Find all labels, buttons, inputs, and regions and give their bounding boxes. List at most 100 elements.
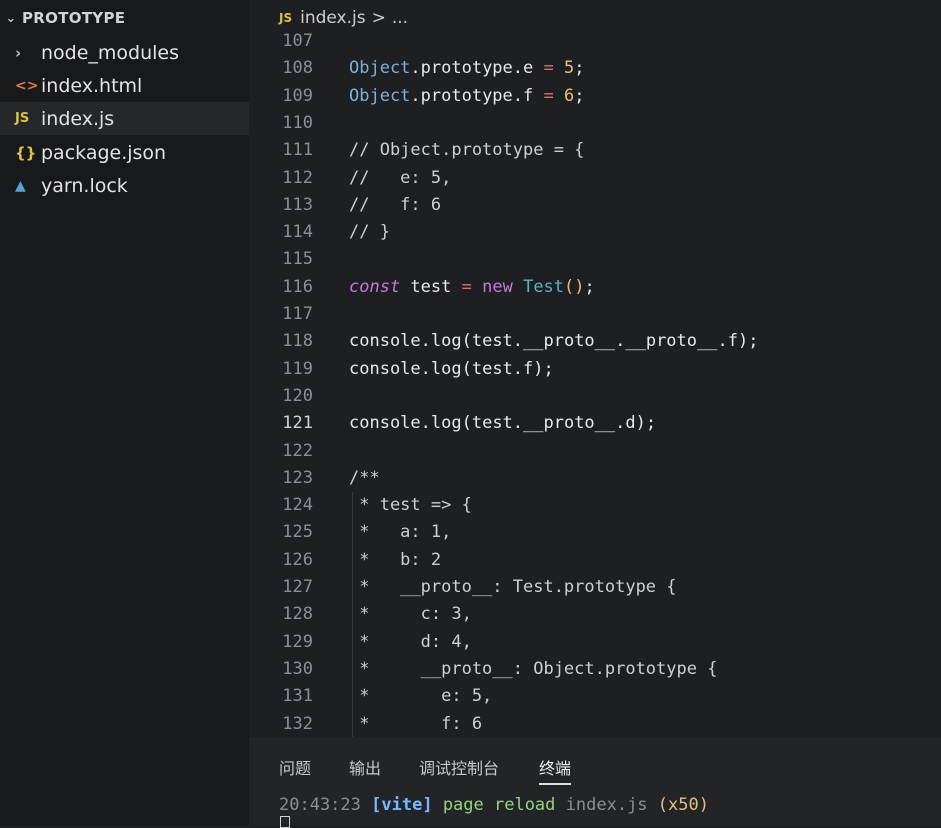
line-number: 113: [282, 194, 313, 215]
line-number: 112: [282, 167, 313, 188]
tree-item-label: index.js: [41, 107, 115, 130]
code-line[interactable]: 123 /**: [249, 465, 941, 492]
tree-item-label: index.html: [41, 74, 143, 97]
line-number: 115: [282, 249, 313, 270]
line-number: 116: [282, 276, 313, 297]
js-file-icon: JS: [279, 11, 293, 25]
code-line[interactable]: 121 console.log(test.__proto__.d);: [249, 410, 941, 437]
line-number: 129: [282, 631, 313, 652]
code-text: * c: 3,: [349, 604, 472, 625]
line-number: 107: [282, 31, 313, 51]
breadcrumb[interactable]: JS index.js > ...: [279, 6, 408, 30]
code-text: console.log(test.__proto__.__proto__.f);: [349, 331, 759, 352]
terminal-cursor: [280, 816, 290, 828]
code-text: * e: 5,: [349, 686, 493, 707]
tree-item-label: package.json: [41, 141, 167, 164]
indent-guide: [352, 492, 353, 737]
js-file-icon: JS: [15, 111, 30, 126]
yarn-file-icon: ▲: [15, 177, 26, 194]
code-text: * d: 4,: [349, 631, 472, 652]
line-number: 120: [282, 385, 313, 406]
terminal-time: 20:43:23: [279, 795, 361, 815]
breadcrumb-more[interactable]: ...: [392, 8, 408, 28]
code-text: // }: [349, 222, 390, 243]
code-line[interactable]: 113 // f: 6: [249, 192, 941, 219]
code-text: Object.prototype.e = 5;: [349, 58, 585, 79]
line-number: 124: [282, 495, 313, 516]
code-line[interactable]: 108 Object.prototype.e = 5;: [249, 55, 941, 82]
panel-tabs: 问题 输出 调试控制台 终端: [249, 737, 941, 792]
line-number: 117: [282, 304, 313, 324]
line-number: 114: [282, 222, 313, 243]
line-number: 126: [282, 549, 313, 570]
code-text: * __proto__: Object.prototype {: [349, 658, 718, 679]
breadcrumb-separator: >: [371, 8, 386, 28]
line-number: 128: [282, 604, 313, 625]
line-number: 121: [282, 413, 313, 434]
line-number: 118: [282, 331, 313, 352]
line-number: 110: [282, 112, 313, 133]
code-line[interactable]: 111 // Object.prototype = {: [249, 137, 941, 164]
code-text: // Object.prototype = {: [349, 140, 585, 161]
line-number: 108: [282, 58, 313, 79]
breadcrumb-file[interactable]: index.js: [300, 8, 366, 28]
line-number: 111: [282, 140, 313, 161]
code-text: Object.prototype.f = 6;: [349, 85, 585, 106]
terminal-message: page reload: [442, 795, 556, 815]
code-text: // f: 6: [349, 194, 442, 215]
code-text: * a: 1,: [349, 522, 452, 543]
code-text: console.log(test.__proto__.d);: [349, 413, 657, 434]
tab-terminal[interactable]: 终端: [539, 755, 572, 785]
tree-item-node-modules[interactable]: › node_modules: [0, 36, 249, 69]
explorer-sidebar: ⌄ PROTOTYPE › node_modules <> index.html…: [0, 0, 249, 825]
html-file-icon: <>: [15, 77, 39, 94]
line-number: 131: [282, 686, 313, 707]
tab-output[interactable]: 输出: [349, 755, 381, 779]
tree-item-yarn-lock[interactable]: ▲ yarn.lock: [0, 169, 249, 202]
line-number: 119: [282, 358, 313, 379]
code-line[interactable]: 110: [249, 110, 941, 137]
json-file-icon: {}: [15, 143, 37, 162]
code-line[interactable]: 117: [249, 301, 941, 328]
chevron-down-icon: ⌄: [5, 10, 17, 26]
code-line[interactable]: 122: [249, 438, 941, 465]
line-number: 123: [282, 467, 313, 488]
code-text: console.log(test.f);: [349, 358, 554, 379]
tree-item-label: yarn.lock: [41, 174, 128, 197]
line-number: 130: [282, 658, 313, 679]
code-line[interactable]: 120: [249, 383, 941, 410]
terminal-file: index.js: [565, 795, 648, 815]
code-line[interactable]: 119 console.log(test.f);: [249, 356, 941, 383]
line-number: 132: [282, 713, 313, 734]
tab-debug-console[interactable]: 调试控制台: [419, 755, 499, 779]
explorer-title: PROTOTYPE: [22, 9, 126, 27]
bottom-panel: 问题 输出 调试控制台 终端 20:43:23 [vite] page relo…: [249, 737, 941, 828]
code-text: * f: 6: [349, 713, 483, 734]
line-number: 122: [282, 440, 313, 461]
code-text: // e: 5,: [349, 167, 452, 188]
code-line[interactable]: 112 // e: 5,: [249, 165, 941, 192]
terminal-tag: [vite]: [371, 795, 433, 815]
code-line[interactable]: 116 const test = new Test();: [249, 274, 941, 301]
code-text: const test = new Test();: [349, 276, 595, 297]
tree-item-index-js[interactable]: JS index.js: [0, 102, 249, 135]
tree-item-index-html[interactable]: <> index.html: [0, 69, 249, 102]
line-number: 125: [282, 522, 313, 543]
explorer-section-header[interactable]: ⌄ PROTOTYPE: [0, 6, 125, 30]
tree-item-label: node_modules: [41, 41, 180, 64]
code-line[interactable]: 109 Object.prototype.f = 6;: [249, 83, 941, 110]
code-text: * b: 2: [349, 549, 442, 570]
chevron-right-icon: ›: [15, 43, 22, 62]
code-text: * test => {: [349, 495, 472, 516]
terminal-count: (x50): [657, 795, 709, 815]
tree-item-package-json[interactable]: {} package.json: [0, 136, 249, 169]
code-text: * __proto__: Test.prototype {: [349, 577, 677, 597]
code-line[interactable]: 107: [249, 28, 941, 55]
code-line[interactable]: 118 console.log(test.__proto__.__proto__.…: [249, 328, 941, 355]
code-text: /**: [349, 467, 380, 488]
code-line[interactable]: 115: [249, 246, 941, 273]
tab-problems[interactable]: 问题: [279, 755, 311, 779]
line-number: 109: [282, 85, 313, 106]
terminal-output-line: 20:43:23 [vite] page reload index.js (x5…: [279, 795, 709, 815]
code-line[interactable]: 114 // }: [249, 219, 941, 246]
